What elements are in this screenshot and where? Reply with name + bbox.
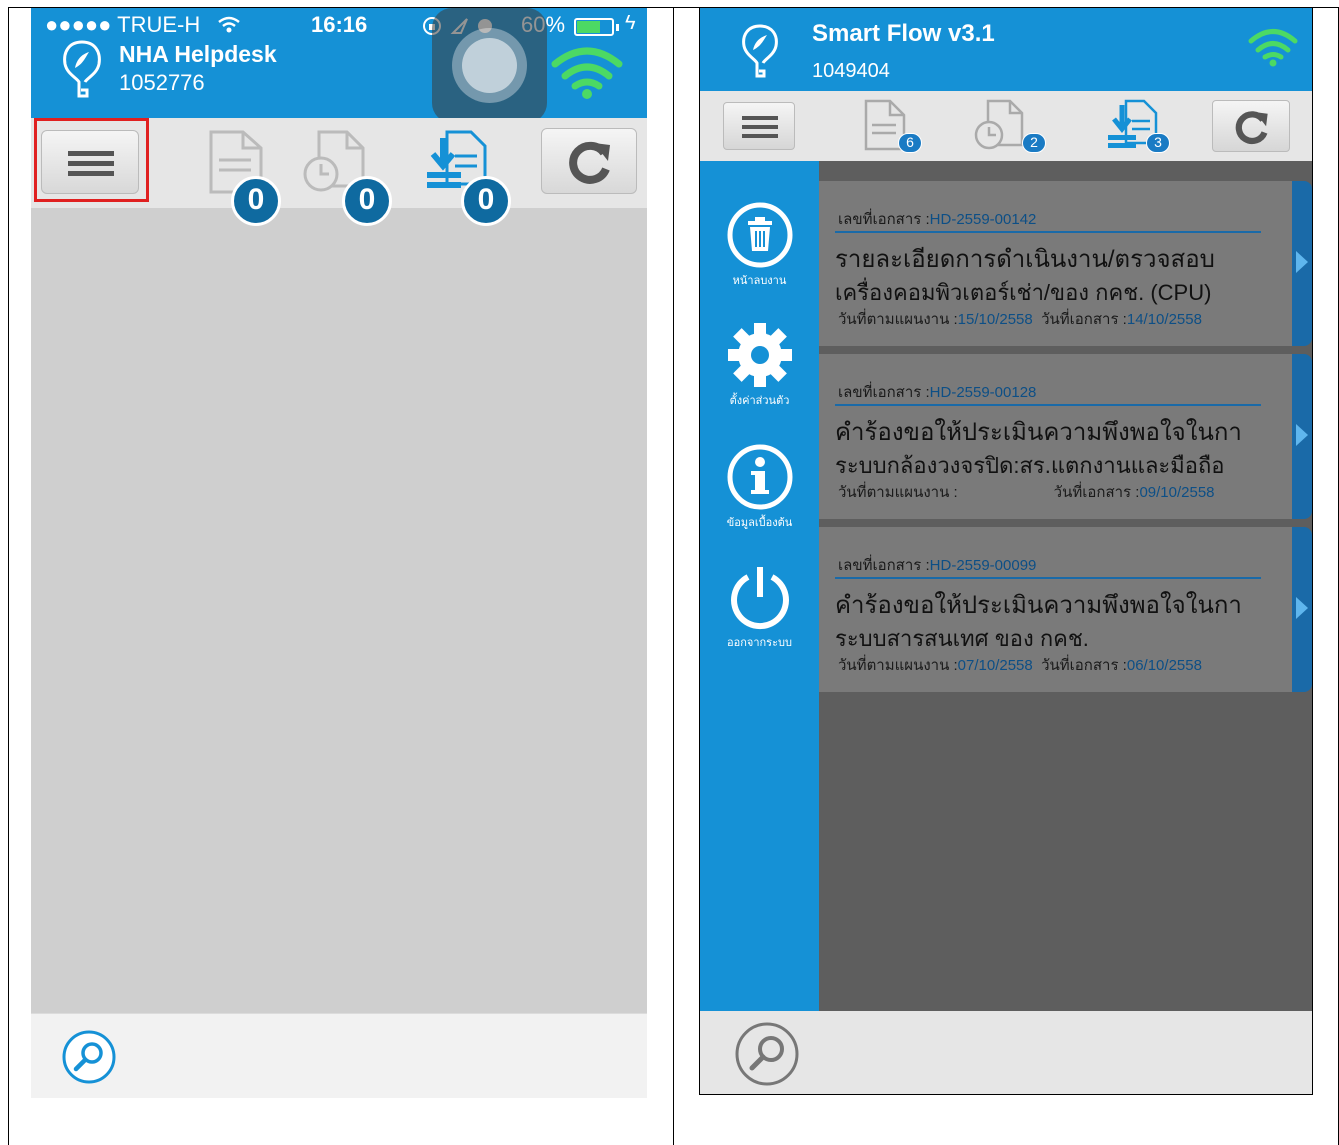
refresh-button[interactable] — [1212, 100, 1290, 152]
trash-icon — [727, 202, 792, 268]
connection-wifi-icon — [551, 47, 623, 99]
side-menu-item-delete[interactable]: หน้าลบงาน — [700, 201, 819, 311]
side-menu-item-info[interactable]: ข้อมูลเบื้องต้น — [700, 443, 819, 553]
document-card[interactable]: เลขที่เอกสาร :HD-2559-00099 คำร้องขอให้ป… — [819, 527, 1312, 692]
side-menu-label: ตั้งค่าส่วนตัว — [729, 395, 790, 407]
side-menu-label: หน้าลบงาน — [732, 275, 787, 287]
assistive-touch-button[interactable] — [432, 8, 547, 123]
card-open-tab[interactable] — [1292, 354, 1312, 519]
status-bar: ●●●●● TRUE-H 16:16 60% ϟ — [31, 8, 647, 42]
card-divider — [835, 404, 1261, 406]
footer-bar — [31, 1013, 647, 1098]
power-icon — [730, 567, 789, 629]
doc-number: เลขที่เอกสาร :HD-2559-00099 — [838, 557, 1037, 574]
app-logo-icon — [742, 24, 778, 78]
chevron-right-icon — [1296, 251, 1308, 273]
search-icon[interactable] — [61, 1029, 117, 1085]
card-divider — [835, 231, 1261, 233]
doc-number: เลขที่เอกสาร :HD-2559-00142 — [838, 211, 1037, 228]
doc-dates: วันที่ตามแผนงาน :07/10/2558 วันที่เอกสาร… — [838, 657, 1202, 674]
menu-button[interactable] — [723, 102, 795, 150]
connection-wifi-icon — [1248, 29, 1298, 67]
carrier-label: ●●●●● TRUE-H — [45, 12, 201, 37]
chevron-right-icon — [1296, 424, 1308, 446]
app-title: NHA Helpdesk — [119, 41, 277, 67]
app-header: Smart Flow v3.1 1049404 — [700, 8, 1312, 91]
left-phone-screen: ●●●●● TRUE-H 16:16 60% ϟ NHA Helpdesk 10… — [31, 8, 647, 1098]
doc-title-line1: คำร้องขอให้ประเมินความพึงพอใจในกา — [835, 419, 1242, 446]
document-clock-icon[interactable] — [972, 97, 1028, 153]
refresh-button[interactable] — [541, 128, 637, 194]
in-progress-count-badge: 2 — [1022, 133, 1046, 153]
user-id: 1049404 — [812, 60, 890, 82]
refresh-icon — [1235, 111, 1268, 145]
refresh-icon — [569, 141, 610, 184]
hamburger-icon — [742, 116, 778, 138]
side-menu-item-settings[interactable]: ตั้งค่าส่วนตัว — [700, 321, 819, 431]
doc-title-line1: คำร้องขอให้ประเมินความพึงพอใจในกา — [835, 592, 1242, 619]
doc-title-line2: ระบบกล้องวงจรปิด:สร.แตกงานและมือถือ — [835, 453, 1225, 478]
doc-number: เลขที่เอกสาร :HD-2559-00128 — [838, 384, 1037, 401]
received-count-badge: 3 — [1146, 133, 1170, 153]
doc-title-line2: เครื่องคอมพิวเตอร์เช่า/ของ กคช. (CPU) — [835, 280, 1212, 305]
menu-highlight-box — [34, 118, 149, 202]
doc-title-line1: รายละเอียดการดำเนินงาน/ตรวจสอบ — [835, 246, 1215, 273]
app-logo-icon — [63, 40, 101, 98]
document-card[interactable]: เลขที่เอกสาร :HD-2559-00142 รายละเอียดกา… — [819, 181, 1312, 346]
side-menu-label: ข้อมูลเบื้องต้น — [726, 517, 793, 529]
doc-dates: วันที่ตามแผนงาน :15/10/2558 วันที่เอกสาร… — [838, 311, 1202, 328]
pending-count-badge: 6 — [898, 133, 922, 153]
wifi-status-icon — [218, 16, 240, 33]
right-phone-screen: Smart Flow v3.1 1049404 6 2 3 หน้าลบงาน … — [699, 7, 1313, 1095]
battery-icon — [574, 18, 619, 36]
footer-bar — [700, 1011, 1312, 1094]
side-menu-item-logout[interactable]: ออกจากระบบ — [700, 563, 819, 673]
info-icon — [727, 444, 792, 510]
toolbar: 0 0 0 — [31, 118, 647, 226]
card-open-tab[interactable] — [1292, 181, 1312, 346]
document-list: เลขที่เอกสาร :HD-2559-00142 รายละเอียดกา… — [819, 161, 1312, 1011]
received-count-badge: 0 — [461, 176, 511, 226]
clock: 16:16 — [311, 12, 368, 37]
pending-count-badge: 0 — [231, 176, 281, 226]
toolbar: 6 2 3 — [700, 91, 1312, 161]
gear-icon — [727, 323, 792, 387]
card-open-tab[interactable] — [1292, 527, 1312, 692]
charging-icon: ϟ — [625, 12, 636, 34]
in-progress-count-badge: 0 — [342, 176, 392, 226]
panel-divider — [673, 7, 674, 1145]
document-card[interactable]: เลขที่เอกสาร :HD-2559-00128 คำร้องขอให้ป… — [819, 354, 1312, 519]
card-divider — [835, 577, 1261, 579]
side-menu-label: ออกจากระบบ — [727, 637, 792, 649]
doc-title-line2: ระบบสารสนเทศ ของ กคช. — [835, 626, 1089, 651]
user-id: 1052776 — [119, 70, 205, 95]
chevron-right-icon — [1296, 597, 1308, 619]
side-menu: หน้าลบงาน ตั้งค่าส่วนตัว ข้อมูลเบื้องต้น… — [700, 161, 819, 1011]
doc-dates: วันที่ตามแผนงาน : วันที่เอกสาร :09/10/255… — [838, 484, 1215, 501]
app-title: Smart Flow v3.1 — [812, 20, 995, 47]
search-icon[interactable] — [734, 1021, 800, 1087]
